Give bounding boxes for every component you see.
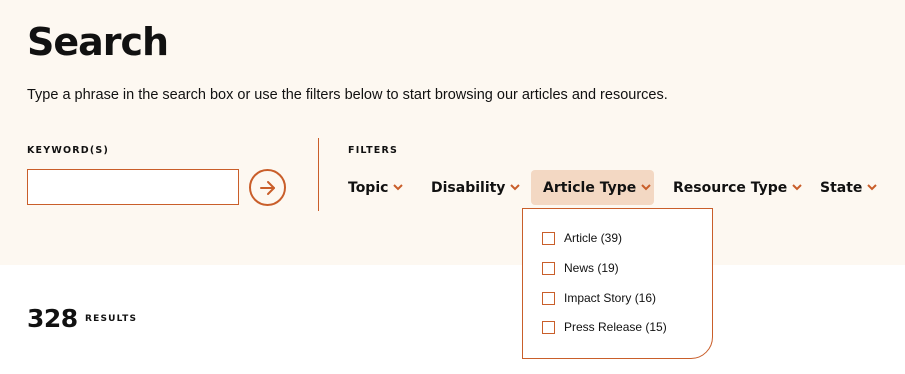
- option-press-release[interactable]: Press Release (15): [542, 319, 667, 335]
- filter-resource-type-label: Resource Type: [673, 179, 788, 196]
- option-label: News (19): [564, 261, 619, 275]
- page-title: Search: [27, 20, 169, 64]
- search-hero: Search Type a phrase in the search box o…: [0, 0, 905, 265]
- filters-label: FILTERS: [348, 145, 399, 156]
- arrow-right-circle-icon: [259, 180, 275, 195]
- filter-state[interactable]: State: [820, 170, 878, 205]
- filter-resource-type[interactable]: Resource Type: [673, 170, 803, 205]
- chevron-down-icon: [792, 184, 803, 191]
- filter-article-type[interactable]: Article Type: [531, 170, 654, 205]
- search-submit-button[interactable]: [249, 169, 286, 206]
- option-impact-story[interactable]: Impact Story (16): [542, 290, 656, 306]
- checkbox[interactable]: [542, 261, 555, 275]
- keyword-input[interactable]: [27, 169, 239, 205]
- chevron-down-icon: [510, 184, 521, 191]
- filter-state-label: State: [820, 179, 863, 196]
- page-intro: Type a phrase in the search box or use t…: [27, 87, 668, 103]
- filter-topic[interactable]: Topic: [348, 170, 404, 205]
- keyword-label: KEYWORD(S): [27, 145, 110, 156]
- chevron-down-icon: [867, 184, 878, 191]
- filter-topic-label: Topic: [348, 179, 389, 196]
- checkbox[interactable]: [542, 291, 555, 305]
- option-label: Article (39): [564, 231, 623, 245]
- option-label: Press Release (15): [564, 320, 667, 334]
- checkbox[interactable]: [542, 320, 555, 334]
- results-label: RESULTS: [85, 314, 138, 324]
- option-label: Impact Story (16): [564, 291, 657, 305]
- filter-disability[interactable]: Disability: [431, 170, 521, 205]
- filter-disability-label: Disability: [431, 179, 506, 196]
- chevron-down-icon: [641, 184, 651, 191]
- option-article[interactable]: Article (39): [542, 230, 622, 246]
- checkbox[interactable]: [542, 231, 555, 245]
- filter-article-type-label: Article Type: [543, 179, 637, 196]
- results-count: 328: [27, 304, 78, 333]
- vertical-divider: [318, 138, 319, 211]
- option-news[interactable]: News (19): [542, 260, 619, 276]
- chevron-down-icon: [393, 184, 404, 191]
